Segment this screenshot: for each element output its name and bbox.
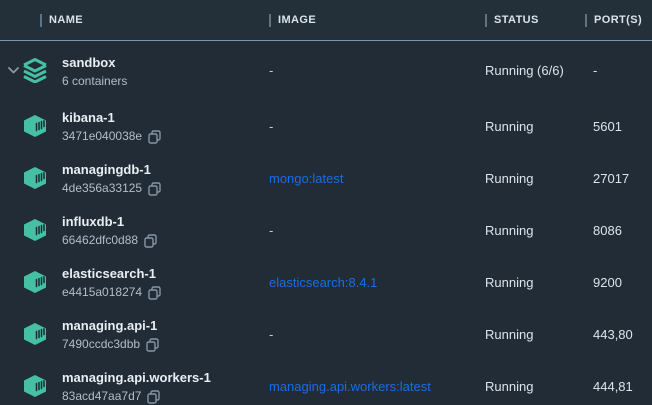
name-cell: elasticsearch-1 e4415a018274 [0,264,269,300]
row-type-icon [22,321,48,347]
container-box-icon [22,217,48,243]
image-name: - [269,327,485,342]
container-name: managing.api.workers-1 [62,370,211,385]
chevron-down-icon[interactable] [8,67,22,74]
image-link[interactable]: elasticsearch:8.4.1 [269,275,485,290]
status-text: Running (6/6) [485,63,585,78]
status-text: Running [485,223,585,238]
container-subtext: 83acd47aa7d7 [62,389,141,404]
column-label: IMAGE [278,14,316,26]
container-box-icon [22,269,48,295]
image-name: - [269,119,485,134]
row-type-icon [22,113,48,139]
copy-icon[interactable] [148,286,161,300]
container-box-icon [22,321,48,347]
image-link[interactable]: managing.api.workers:latest [269,379,485,394]
copy-icon[interactable] [147,390,160,404]
ports-text: 5601 [585,119,652,134]
column-divider [40,14,42,27]
container-subtext: 66462dfc0d88 [62,233,138,248]
image-name: - [269,63,485,78]
table-header: NAME IMAGE STATUS PORT(S) [0,0,652,41]
name-cell: sandbox 6 containers [0,53,269,89]
row-type-icon [22,58,48,84]
table-row[interactable]: managing.api-1 7490ccdc3dbb - Running 44… [0,308,652,360]
ports-text: 9200 [585,275,652,290]
column-label: NAME [49,14,83,26]
status-text: Running [485,119,585,134]
table-row[interactable]: influxdb-1 66462dfc0d88 - Running 8086 [0,204,652,256]
status-text: Running [485,379,585,394]
container-subtext: 6 containers [62,74,127,89]
name-cell: influxdb-1 66462dfc0d88 [0,212,269,248]
name-block: managingdb-1 4de356a33125 [62,160,161,196]
container-name: influxdb-1 [62,214,124,229]
name-block: managing.api-1 7490ccdc3dbb [62,316,159,352]
column-divider [585,14,587,27]
container-subtext: 3471e040038e [62,129,142,144]
row-type-icon [22,217,48,243]
status-text: Running [485,327,585,342]
name-block: managing.api.workers-1 83acd47aa7d7 [62,368,211,404]
container-subtext: 7490ccdc3dbb [62,337,140,352]
layers-stack-icon [22,58,48,83]
column-divider [485,14,487,27]
container-name: managing.api-1 [62,318,157,333]
table-body: sandbox 6 containers - Running (6/6) - [0,41,652,405]
ports-text: 27017 [585,171,652,186]
name-block: elasticsearch-1 e4415a018274 [62,264,161,300]
name-block: sandbox 6 containers [62,53,127,89]
copy-icon[interactable] [146,338,159,352]
copy-icon[interactable] [148,182,161,196]
column-header-status: STATUS [485,14,585,27]
table-row[interactable]: managing.api.workers-1 83acd47aa7d7 mana… [0,360,652,405]
name-cell: kibana-1 3471e040038e [0,108,269,144]
container-box-icon [22,113,48,139]
column-header-name: NAME [0,14,269,27]
row-type-icon [22,373,48,399]
container-name: sandbox [62,55,115,70]
name-cell: managingdb-1 4de356a33125 [0,160,269,196]
table-row[interactable]: kibana-1 3471e040038e - Running 5601 [0,100,652,152]
container-name: managingdb-1 [62,162,151,177]
container-box-icon [22,165,48,191]
status-text: Running [485,171,585,186]
row-type-icon [22,269,48,295]
ports-text: 8086 [585,223,652,238]
name-block: kibana-1 3471e040038e [62,108,161,144]
name-cell: managing.api.workers-1 83acd47aa7d7 [0,368,269,404]
column-divider [269,14,271,27]
status-text: Running [485,275,585,290]
container-name: kibana-1 [62,110,115,125]
container-subtext: 4de356a33125 [62,181,142,196]
container-subtext: e4415a018274 [62,285,142,300]
table-row[interactable]: sandbox 6 containers - Running (6/6) - [0,41,652,100]
column-header-ports: PORT(S) [585,14,652,27]
column-label: STATUS [494,14,539,26]
column-header-image: IMAGE [269,14,485,27]
row-type-icon [22,165,48,191]
column-label: PORT(S) [594,14,642,26]
ports-text: - [585,63,652,78]
name-block: influxdb-1 66462dfc0d88 [62,212,157,248]
containers-table: NAME IMAGE STATUS PORT(S) [0,0,652,405]
ports-text: 443,80 [585,327,652,342]
name-cell: managing.api-1 7490ccdc3dbb [0,316,269,352]
image-link[interactable]: mongo:latest [269,171,485,186]
table-row[interactable]: elasticsearch-1 e4415a018274 elasticsear… [0,256,652,308]
table-row[interactable]: managingdb-1 4de356a33125 mongo:latest R… [0,152,652,204]
container-name: elasticsearch-1 [62,266,156,281]
ports-text: 444,81 [585,379,652,394]
container-box-icon [22,373,48,399]
image-name: - [269,223,485,238]
copy-icon[interactable] [144,234,157,248]
copy-icon[interactable] [148,130,161,144]
